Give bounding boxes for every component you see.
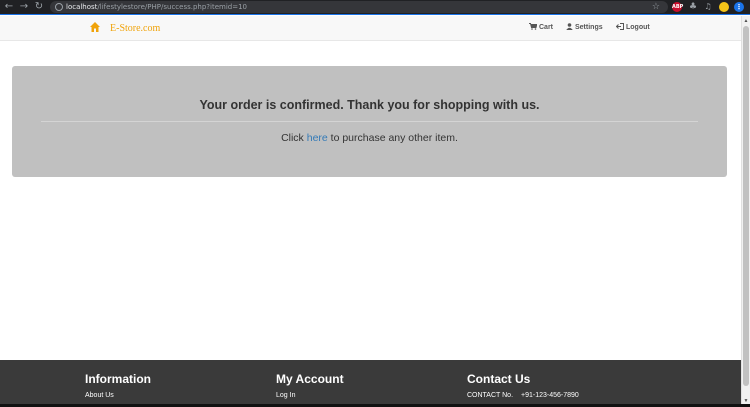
back-arrow-icon[interactable]: ← <box>3 1 15 13</box>
contact-number: CONTACT No. +91-123-456-7890 <box>467 391 579 400</box>
settings-label: Settings <box>575 24 603 31</box>
site-navbar: E-Store.com Cart Settings Logout <box>0 16 741 41</box>
browser-toolbar: ← → ↻ localhost/lifestylestore/PHP/succe… <box>0 0 750 15</box>
forward-arrow-icon[interactable]: → <box>18 1 30 13</box>
order-confirmation-panel: Your order is confirmed. Thank you for s… <box>12 66 727 177</box>
logout-link[interactable]: Logout <box>615 23 650 33</box>
footer-heading-contact: Contact Us <box>467 372 531 386</box>
click-suffix: to purchase any other item. <box>330 132 458 144</box>
footer-contact: Contact Us CONTACT No. +91-123-456-7890 <box>467 372 579 400</box>
footer-heading-information: Information <box>85 372 151 386</box>
site-footer: Information About Us My Account Log In C… <box>0 360 741 407</box>
scrollbar-thumb[interactable] <box>743 26 749 386</box>
cart-icon <box>529 23 538 30</box>
profile-avatar[interactable] <box>719 2 729 12</box>
click-prefix: Click <box>281 132 304 144</box>
bookmark-star-icon[interactable]: ☆ <box>652 1 660 13</box>
footer-account: My Account Log In <box>276 372 344 400</box>
site-info-icon[interactable] <box>55 3 63 11</box>
home-icon[interactable] <box>89 21 101 33</box>
footer-information: Information About Us <box>85 372 151 400</box>
continue-shopping-text: Click here to purchase any other item. <box>12 132 727 144</box>
address-bar[interactable]: localhost/lifestylestore/PHP/success.php… <box>50 1 668 13</box>
settings-link[interactable]: Settings <box>566 23 603 33</box>
brand-link[interactable]: E-Store.com <box>110 23 160 34</box>
about-us-link[interactable]: About Us <box>85 391 151 400</box>
adblock-icon[interactable]: ABP <box>672 2 683 12</box>
confirmation-heading: Your order is confirmed. Thank you for s… <box>199 98 540 112</box>
divider <box>41 121 698 122</box>
cart-label: Cart <box>539 24 554 31</box>
page-scrollbar[interactable]: ▲ ▼ <box>741 16 750 407</box>
footer-heading-account: My Account <box>276 372 344 386</box>
logout-icon <box>615 23 624 30</box>
puzzle-icon[interactable]: ♣ <box>688 2 698 12</box>
user-icon <box>566 23 573 30</box>
contact-label: CONTACT No. <box>467 392 514 399</box>
login-link[interactable]: Log In <box>276 391 344 400</box>
reload-icon[interactable]: ↻ <box>33 1 45 13</box>
scroll-up-icon[interactable]: ▲ <box>743 18 749 24</box>
media-icon[interactable]: ♫ <box>703 2 713 12</box>
cart-link[interactable]: Cart <box>529 23 553 33</box>
url-text: localhost/lifestylestore/PHP/success.php… <box>66 3 247 11</box>
menu-icon[interactable]: ⋮ <box>734 2 744 12</box>
continue-shopping-link[interactable]: here <box>307 132 328 144</box>
phone-number: +91-123-456-7890 <box>521 392 579 399</box>
logout-label: Logout <box>626 24 650 31</box>
